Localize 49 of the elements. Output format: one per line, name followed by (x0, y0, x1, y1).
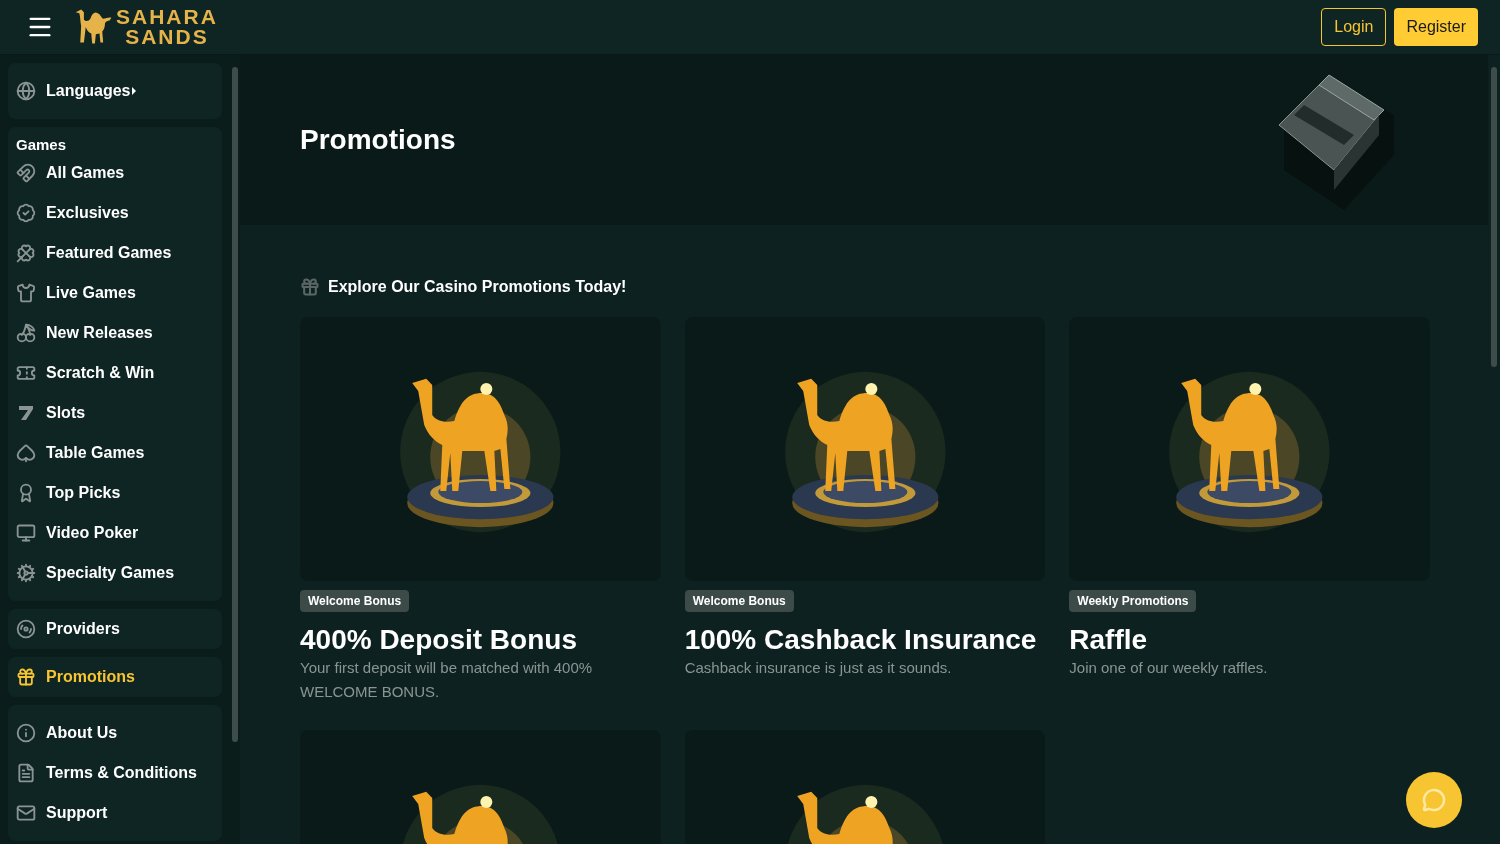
gear-icon (16, 563, 36, 583)
mail-icon (16, 803, 36, 823)
sidebar-item[interactable]: Featured Games (16, 233, 214, 273)
sidebar-item[interactable]: Promotions (16, 657, 214, 697)
promotion-title: 100% Cashback Insurance (684, 624, 1038, 656)
sidebar-item[interactable]: Terms & Conditions (16, 753, 214, 793)
seven-icon (16, 403, 36, 423)
cherry-icon (16, 323, 36, 343)
clover-icon (16, 243, 36, 263)
ticket-icon (16, 363, 36, 383)
category-tag: Welcome Bonus (684, 590, 794, 612)
login-button[interactable]: Login (1321, 8, 1387, 46)
sidebar-item[interactable]: Exclusives (16, 193, 214, 233)
chat-icon (1422, 788, 1446, 812)
sidebar-item[interactable]: Slots (16, 393, 214, 433)
sidebar-item[interactable]: New Releases (16, 313, 214, 353)
sidebar-item[interactable]: Live Games (16, 273, 214, 313)
promotion-description: Join one of our weekly raffles. (1069, 658, 1269, 678)
promotion-title: 400% Deposit Bonus (300, 624, 578, 656)
chip-icon (16, 619, 36, 639)
sidebar-item[interactable]: Table Games (16, 433, 214, 473)
sidebar-item[interactable]: Video Poker (16, 513, 214, 553)
section-label: Games (16, 137, 68, 153)
promotion-description: Cashback insurance is just as it sounds. (684, 658, 953, 678)
promotion-title: Raffle (1069, 624, 1149, 656)
sidebar-item[interactable]: Specialty Games (16, 553, 214, 593)
logo-text: SAHARA (116, 7, 218, 27)
logo-text: SANDS (125, 27, 209, 47)
gift-icon (16, 667, 36, 687)
section-heading: Explore Our Casino Promotions Today! (328, 277, 627, 297)
sidebar-item[interactable]: Languages (16, 63, 214, 119)
page-title: Promotions (300, 123, 456, 157)
chat-button[interactable] (1406, 772, 1462, 828)
sidebar-item[interactable]: Providers (16, 609, 214, 649)
badge-icon (16, 203, 36, 223)
sidebar-item[interactable]: Top Picks (16, 473, 214, 513)
monitor-icon (16, 523, 36, 543)
sidebar-item[interactable]: About Us (16, 713, 214, 753)
sidebar-item[interactable]: All Games (16, 153, 214, 193)
document-icon (16, 763, 36, 783)
register-button[interactable]: Register (1394, 8, 1478, 46)
globe-icon (16, 81, 36, 101)
info-icon (16, 723, 36, 743)
gift-icon (300, 277, 320, 297)
sidebar-item[interactable]: Support (16, 793, 214, 833)
category-tag: Weekly Promotions (1069, 590, 1197, 612)
sidebar-item[interactable]: Scratch & Win (16, 353, 214, 393)
promotion-description: Your first deposit will be matched with 400% WELCOME BONUS. (300, 658, 594, 702)
category-tag: Welcome Bonus (300, 590, 410, 612)
